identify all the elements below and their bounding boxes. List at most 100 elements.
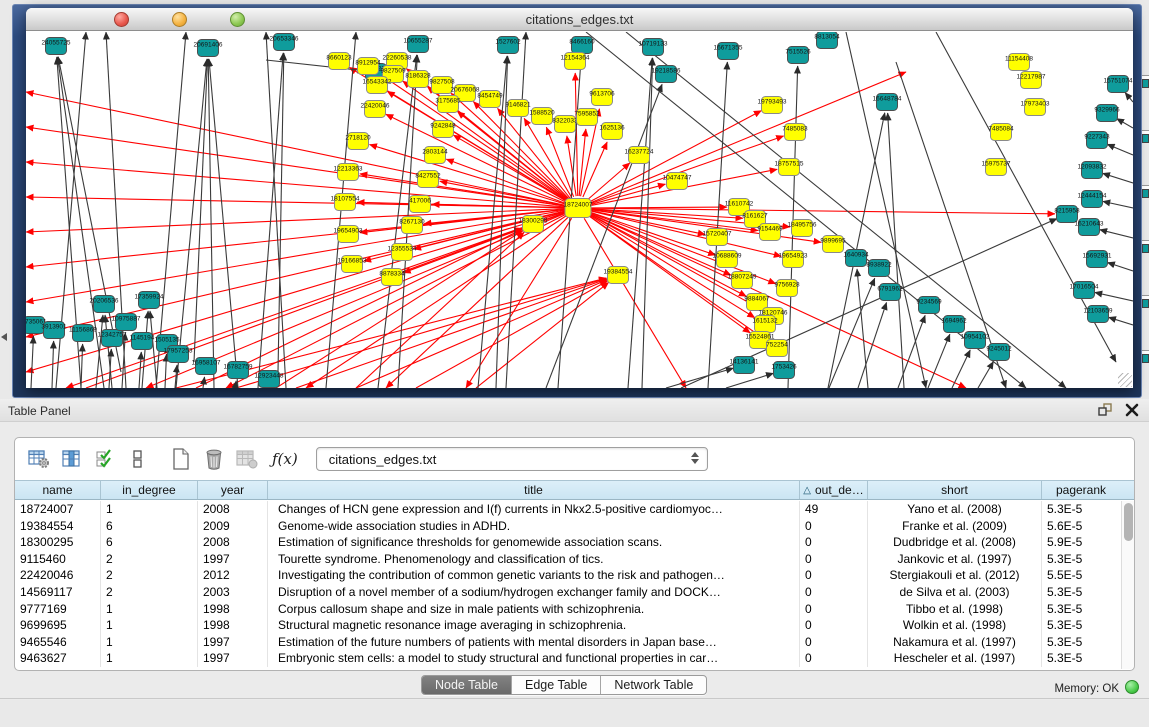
column-header-pagerank[interactable]: pagerank [1042,481,1120,499]
network-edge-directed-red[interactable] [589,136,783,204]
network-edge-directed-red[interactable] [26,127,566,206]
table-cell[interactable]: Estimation of significance thresholds fo… [268,534,800,551]
table-row[interactable]: 946362711997Embryonic stem cells: a mode… [15,650,1120,667]
table-cell[interactable]: 1997 [198,551,268,568]
table-cell[interactable]: 1998 [198,601,268,618]
network-edge-directed-black[interactable] [1100,230,1133,238]
network-edge-directed-red[interactable] [26,209,566,267]
table-cell[interactable]: Investigating the contribution of common… [268,567,800,584]
network-edge-directed-black[interactable] [1125,92,1133,102]
table-cell[interactable]: Embryonic stem cells: a model to study s… [268,650,800,667]
table-chooser-dropdown[interactable]: citations_edges.txt [316,447,708,471]
network-edge-directed-red[interactable] [26,92,566,206]
table-cell[interactable]: 0 [800,650,868,667]
table-cell[interactable]: 2008 [198,534,268,551]
table-cell[interactable]: Disruption of a novel member of a sodium… [268,584,800,601]
table-cell[interactable]: Estimation of the future numbers of pati… [268,634,800,651]
tab-node-table[interactable]: Node Table [422,676,512,694]
table-cell[interactable]: 5.3E-5 [1042,634,1120,651]
network-edge-directed-black[interactable] [928,334,950,388]
table-cell[interactable]: 0 [800,534,868,551]
table-cell[interactable]: 14569117 [15,584,101,601]
table-cell[interactable]: 0 [800,634,868,651]
table-cell[interactable]: 1997 [198,650,268,667]
network-edge-directed-red[interactable] [26,197,566,208]
network-edge-directed-black[interactable] [1103,201,1133,208]
window-titlebar[interactable]: citations_edges.txt [26,8,1133,31]
delete-column-button[interactable] [200,445,228,473]
table-row[interactable]: 1938455462009Genome-wide association stu… [15,518,1120,535]
network-edge-directed-black[interactable] [1095,292,1133,301]
network-edge-directed-red[interactable] [26,162,566,207]
table-cell[interactable]: 5.9E-5 [1042,534,1120,551]
table-cell[interactable]: 9463627 [15,650,101,667]
column-header-name[interactable]: name [15,481,101,499]
table-cell[interactable]: 6 [101,518,198,535]
table-cell[interactable]: 2003 [198,584,268,601]
scrollbar-thumb[interactable] [1124,503,1133,541]
table-cell[interactable]: 2009 [198,518,268,535]
network-edge-directed-black[interactable] [1107,144,1133,155]
network-edge-directed-red[interactable] [590,207,727,208]
network-edge-directed-black[interactable] [829,278,875,388]
collapsed-panel-handle[interactable] [1,333,7,341]
row-height-button[interactable] [124,445,152,473]
table-cell[interactable]: 5.3E-5 [1042,601,1120,618]
table-cell[interactable]: 18300295 [15,534,101,551]
table-cell[interactable]: 0 [800,551,868,568]
column-header-out_de[interactable]: △out_de… [800,481,868,499]
network-edge-directed-black[interactable] [81,344,83,388]
network-edge-directed-red[interactable] [26,211,566,372]
table-cell[interactable]: Jankovic et al. (1997) [868,551,1042,568]
table-cell[interactable]: Tourette syndrome. Phenomenology and cla… [268,551,800,568]
table-scrollbar[interactable] [1121,501,1134,669]
network-edge-directed-red[interactable] [26,211,566,337]
table-cell[interactable]: Wolkin et al. (1998) [868,617,1042,634]
table-row[interactable]: 1456911722003Disruption of a novel membe… [15,584,1120,601]
table-cell[interactable]: 0 [800,567,868,584]
table-cell[interactable]: Corpus callosum shape and size in male p… [268,601,800,618]
table-cell[interactable]: 9699695 [15,617,101,634]
table-cell[interactable]: Franke et al. (2009) [868,518,1042,535]
network-canvas[interactable]: 2405572520691406206533467957224106552871… [26,32,1133,388]
column-header-year[interactable]: year [198,481,268,499]
table-cell[interactable]: 18724007 [15,501,101,518]
network-edge-directed-black[interactable] [1107,262,1133,271]
table-row[interactable]: 969969511998Structural magnetic resonanc… [15,617,1120,634]
table-cell[interactable]: Tibbo et al. (1998) [868,601,1042,618]
window-resize-grip[interactable] [1118,373,1132,387]
column-header-short[interactable]: short [868,481,1042,499]
table-cell[interactable]: 1 [101,601,198,618]
table-cell[interactable]: 5.3E-5 [1042,584,1120,601]
network-edge-directed-black[interactable] [1108,317,1133,325]
table-row[interactable]: 1830029562008Estimation of significance … [15,534,1120,551]
network-edge-directed-black[interactable] [978,362,993,388]
network-edge-directed-black[interactable] [150,311,157,388]
network-edge-directed-black[interactable] [1117,118,1133,128]
float-panel-icon[interactable] [1097,402,1113,418]
column-header-in_degree[interactable]: in_degree [101,481,198,499]
table-cell[interactable]: Yano et al. (2008) [868,501,1042,518]
close-panel-icon[interactable] [1125,403,1139,417]
network-edge-directed-black[interactable] [846,32,926,388]
network-edge-directed-black[interactable] [31,336,33,388]
new-column-button[interactable] [167,445,195,473]
table-cell[interactable]: 0 [800,601,868,618]
network-edge-directed-red[interactable] [296,279,607,388]
table-cell[interactable]: 5.6E-5 [1042,518,1120,535]
network-edge-directed-black[interactable] [203,377,205,388]
table-cell[interactable]: 9777169 [15,601,101,618]
table-cell[interactable]: Dudbridge et al. (2008) [868,534,1042,551]
network-edge-directed-black[interactable] [266,60,365,71]
table-cell[interactable]: Structural magnetic resonance image aver… [268,617,800,634]
table-cell[interactable]: 9465546 [15,634,101,651]
table-cell[interactable]: 2 [101,567,198,584]
table-cell[interactable]: 5.3E-5 [1042,501,1120,518]
table-cell[interactable]: Hescheler et al. (1997) [868,650,1042,667]
network-edge-directed-black[interactable] [194,59,208,362]
table-cell[interactable]: 5.3E-5 [1042,617,1120,634]
network-edge-directed-black[interactable] [952,350,970,388]
table-row[interactable]: 911546021997Tourette syndrome. Phenomeno… [15,551,1120,568]
network-edge-directed-black[interactable] [1102,173,1133,183]
table-row[interactable]: 977716911998Corpus callosum shape and si… [15,601,1120,618]
